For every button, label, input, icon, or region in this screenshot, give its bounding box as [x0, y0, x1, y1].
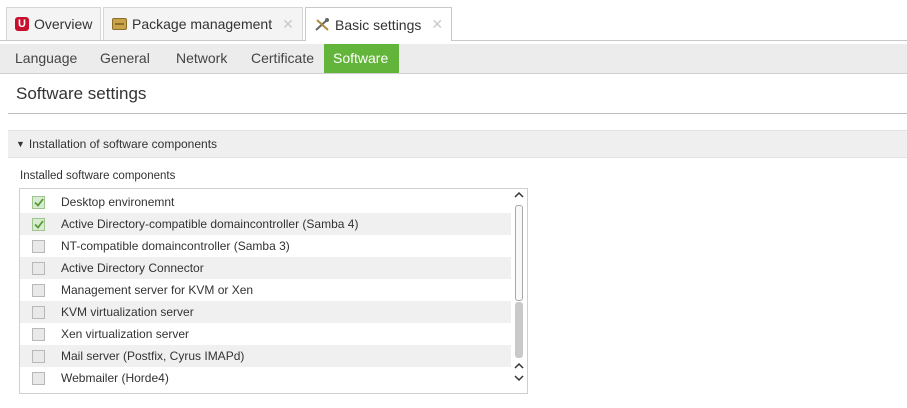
checkbox[interactable] [32, 195, 45, 209]
tab-package-management-label: Package management [132, 16, 273, 32]
list-item[interactable]: Active Directory Connector [20, 257, 512, 279]
list-item[interactable]: NT-compatible domaincontroller (Samba 3) [20, 235, 512, 257]
checkbox[interactable] [32, 239, 45, 253]
checkbox[interactable] [32, 261, 45, 275]
list-item-label: KVM virtualization server [61, 305, 194, 319]
software-components-list[interactable]: Desktop environemnt Active Directory-com… [19, 188, 528, 394]
tab-network[interactable]: Network [167, 44, 236, 73]
checkmark-icon [33, 219, 44, 229]
list-item[interactable]: Mail server (Postfix, Cyrus IMAPd) [20, 345, 512, 367]
divider [8, 113, 907, 114]
settings-sub-tabs: Language General Network Certificate Sof… [0, 44, 907, 74]
close-icon[interactable]: ✕ [282, 16, 294, 33]
list-label: Installed software components [20, 170, 176, 182]
scroll-up-icon[interactable] [513, 191, 525, 203]
list-item[interactable]: KVM virtualization server [20, 301, 512, 323]
checkbox[interactable] [32, 371, 45, 385]
scrollbar-track[interactable] [515, 302, 523, 358]
tab-general[interactable]: General [91, 44, 159, 73]
list-item[interactable]: Management server for KVM or Xen [20, 279, 512, 301]
tools-icon [314, 17, 330, 32]
checkbox[interactable] [32, 327, 45, 341]
list-item[interactable]: Xen virtualization server [20, 323, 512, 345]
scroll-down-icon[interactable] [513, 374, 525, 386]
tab-basic-settings[interactable]: Basic settings ✕ [305, 7, 453, 41]
top-tab-bar: U Overview Package management ✕ Basic se… [0, 0, 907, 41]
scrollbar-thumb[interactable] [515, 205, 523, 301]
tab-basic-settings-label: Basic settings [335, 16, 422, 33]
tab-software[interactable]: Software [324, 44, 399, 73]
list-item-label: Xen virtualization server [61, 327, 190, 341]
triangle-down-icon: ▼ [16, 139, 25, 149]
list-item[interactable]: Webmailer (Horde4) [20, 367, 512, 389]
tab-overview[interactable]: U Overview [6, 7, 102, 40]
list-item-label: NT-compatible domaincontroller (Samba 3) [61, 239, 290, 253]
checkbox[interactable] [32, 305, 45, 319]
list-item[interactable]: Active Directory-compatible domaincontro… [20, 213, 512, 235]
close-icon[interactable]: ✕ [431, 16, 443, 33]
list-item-label: Management server for KVM or Xen [61, 283, 254, 297]
tab-package-management[interactable]: Package management ✕ [103, 7, 303, 40]
list-item-label: Active Directory Connector [61, 261, 204, 275]
list-item[interactable]: Desktop environemnt [20, 191, 512, 213]
list-item-label: Mail server (Postfix, Cyrus IMAPd) [61, 349, 245, 363]
univention-logo-icon: U [15, 17, 29, 31]
section-title: Installation of software components [28, 137, 218, 151]
page-title: Software settings [16, 84, 147, 103]
checkbox[interactable] [32, 283, 45, 297]
section-header-installation[interactable]: ▼ Installation of software components [8, 130, 907, 158]
tab-overview-label: Overview [34, 16, 93, 32]
package-icon [112, 18, 127, 30]
list-item-label: Active Directory-compatible domaincontro… [61, 217, 359, 231]
list-item-label: Desktop environemnt [61, 195, 175, 209]
list-item-label: Webmailer (Horde4) [61, 371, 169, 385]
checkbox[interactable] [32, 217, 45, 231]
vertical-scrollbar[interactable] [511, 189, 527, 393]
scroll-up-icon[interactable] [513, 362, 525, 374]
checkmark-icon [33, 197, 44, 207]
checkbox[interactable] [32, 349, 45, 363]
tab-language[interactable]: Language [6, 44, 86, 73]
tab-certificate[interactable]: Certificate [242, 44, 323, 73]
